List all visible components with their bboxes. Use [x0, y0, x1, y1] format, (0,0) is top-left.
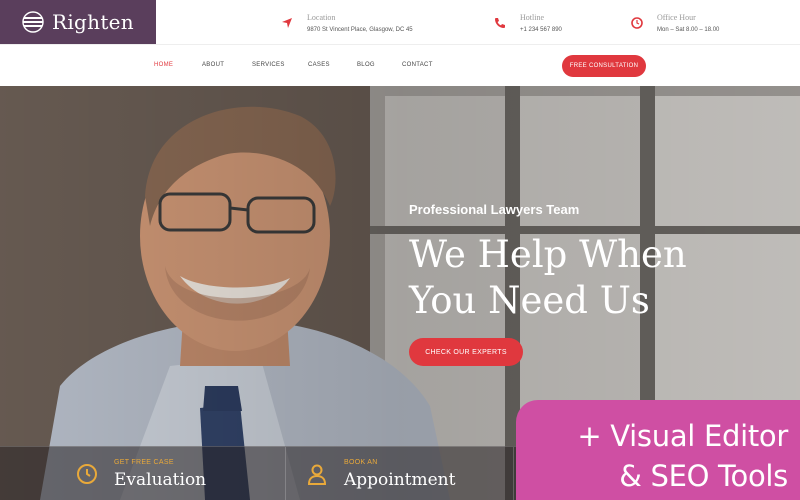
feature-evaluation-small: GET FREE CASE: [114, 458, 174, 466]
feature-appointment-title: Appointment: [344, 469, 456, 490]
promo-line-1: + Visual Editor: [577, 419, 788, 453]
nav-cases[interactable]: CASES: [308, 62, 330, 68]
check-experts-button[interactable]: CHECK OUR EXPERTS: [409, 338, 523, 366]
logo-mark-icon: [22, 11, 44, 33]
feature-appointment[interactable]: BOOK AN Appointment: [286, 447, 514, 500]
hotline-info: Hotline +1 234 567 890: [494, 12, 562, 35]
hero-headline-line-1: We Help When: [409, 233, 687, 276]
location-arrow-icon: [282, 18, 292, 28]
nav-home[interactable]: HOME: [154, 62, 173, 68]
user-icon: [307, 464, 327, 485]
main-nav: HOME ABOUT SERVICES CASES BLOG CONTACT F…: [0, 44, 800, 86]
phone-icon: [495, 18, 505, 28]
location-info: Location 9870 St Vincent Place, Glasgow,…: [281, 12, 413, 35]
free-consultation-button[interactable]: FREE CONSULTATION: [562, 55, 646, 77]
nav-blog[interactable]: BLOG: [357, 62, 375, 68]
brand-name: Righten: [52, 10, 134, 34]
clock-icon: [77, 464, 97, 484]
clock-icon: [631, 17, 643, 29]
office-hour-info: Office Hour Mon – Sat 8.00 – 18.00: [631, 12, 719, 35]
feature-evaluation-title: Evaluation: [114, 469, 207, 490]
nav-about[interactable]: ABOUT: [202, 62, 224, 68]
promo-line-2: & SEO Tools: [619, 459, 788, 493]
location-value: 9870 St Vincent Place, Glasgow, DC 45: [307, 27, 413, 33]
nav-contact[interactable]: CONTACT: [402, 62, 433, 68]
hero-headline: We Help When You Need Us: [409, 232, 769, 324]
office-hour-value: Mon – Sat 8.00 – 18.00: [657, 27, 720, 33]
location-label: Location: [307, 13, 336, 22]
hero-headline-line-2: You Need Us: [409, 279, 650, 322]
hotline-value[interactable]: +1 234 567 890: [520, 25, 562, 35]
logo[interactable]: Righten: [0, 0, 156, 44]
top-bar: Righten Location 9870 St Vincent Place, …: [0, 0, 800, 44]
feature-appointment-small: BOOK AN: [344, 458, 378, 466]
promo-banner: + Visual Editor & SEO Tools: [516, 400, 800, 500]
office-hour-label: Office Hour: [657, 13, 696, 22]
hotline-label: Hotline: [520, 13, 544, 22]
feature-evaluation[interactable]: GET FREE CASE Evaluation: [0, 447, 286, 500]
hero-kicker: Professional Lawyers Team: [409, 202, 580, 217]
nav-services[interactable]: SERVICES: [252, 62, 285, 68]
